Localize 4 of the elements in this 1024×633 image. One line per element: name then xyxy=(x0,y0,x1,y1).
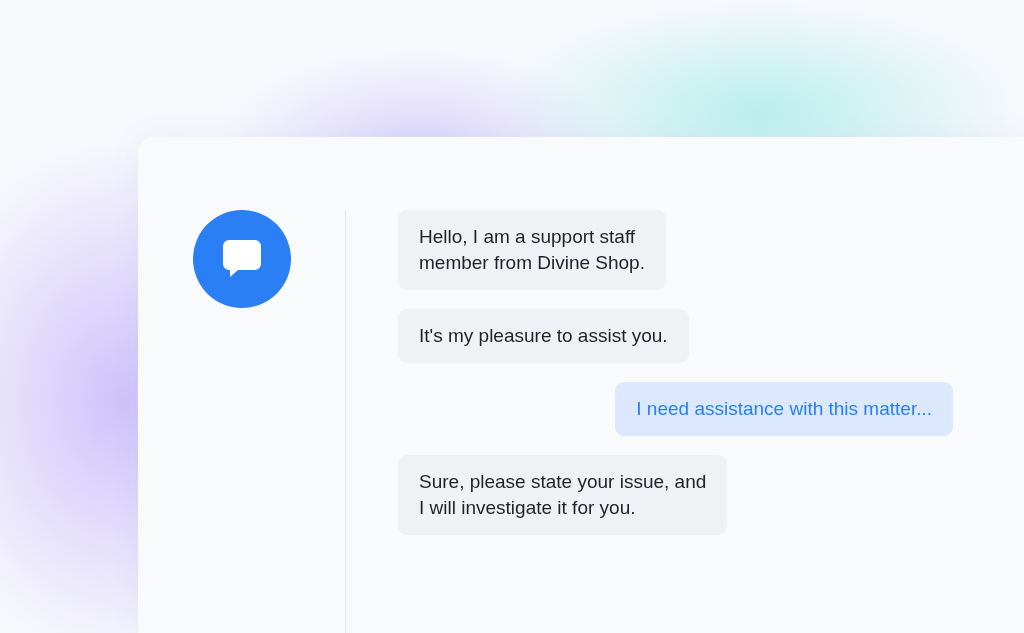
chat-message: It's my pleasure to assist you. xyxy=(398,309,689,363)
chat-message: Hello, I am a support staff member from Divine Shop. xyxy=(398,210,666,290)
chat-message: Sure, please state your issue, and I will investigate it for you. xyxy=(398,455,728,535)
chat-message: I need assistance with this matter... xyxy=(615,382,953,436)
